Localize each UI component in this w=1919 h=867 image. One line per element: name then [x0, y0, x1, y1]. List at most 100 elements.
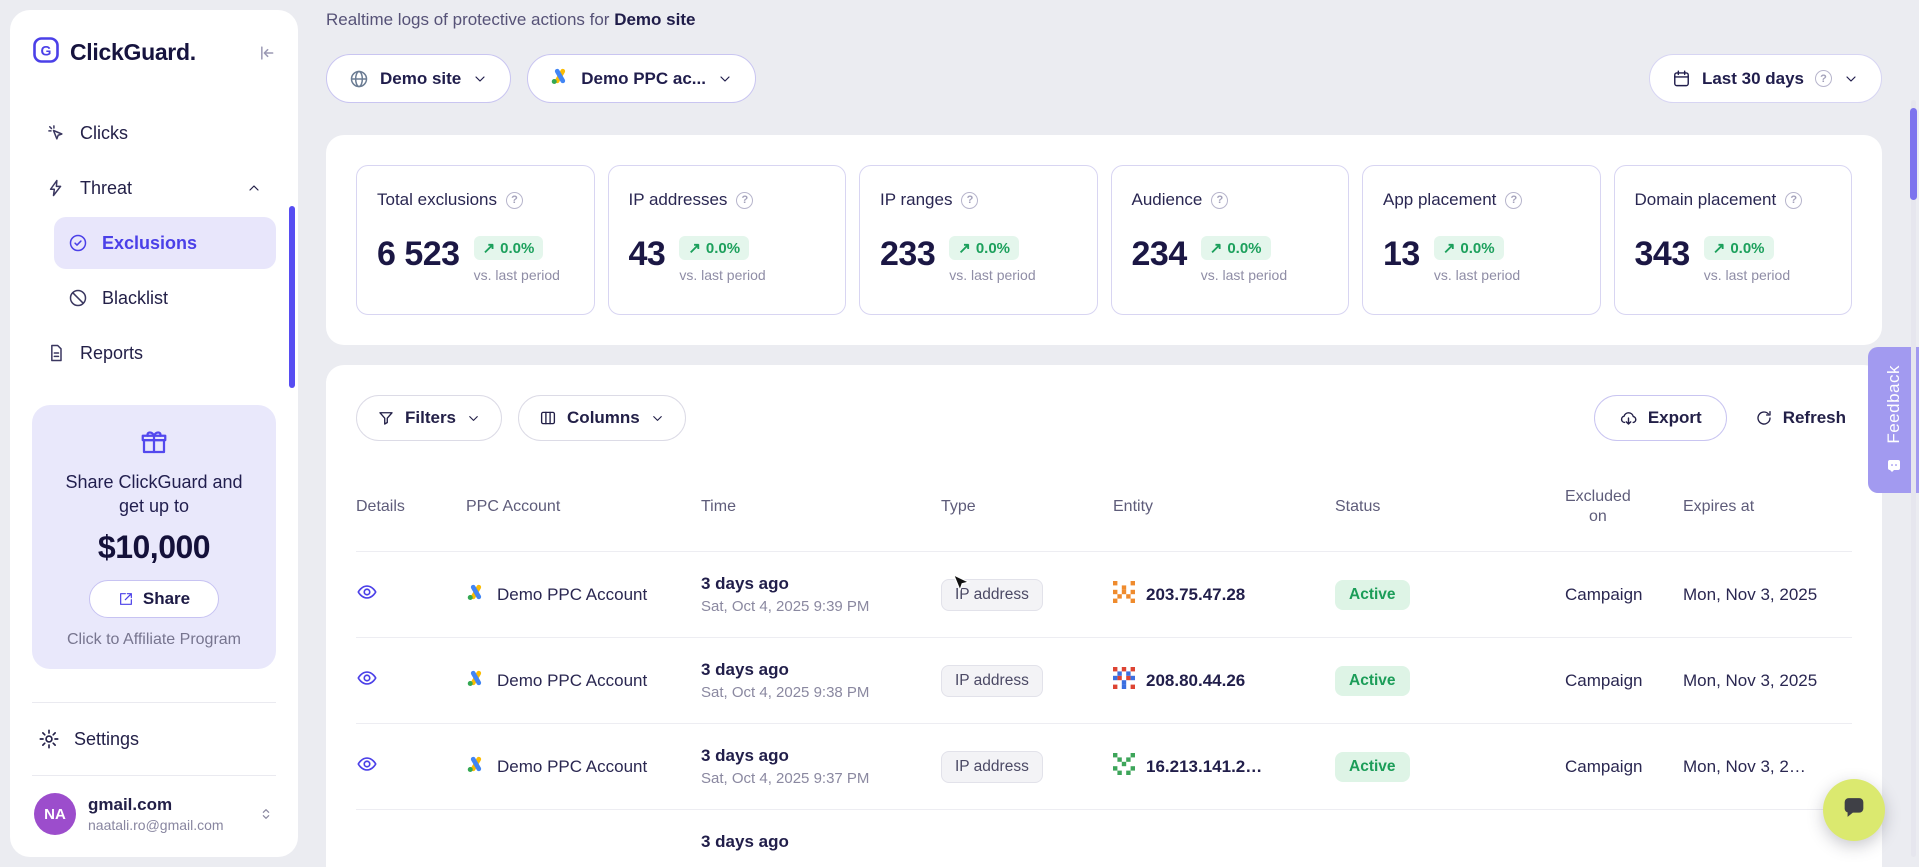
- affiliate-card: Share ClickGuard and get up to $10,000 S…: [32, 405, 276, 669]
- status-badge: Active: [1335, 580, 1410, 610]
- export-button[interactable]: Export: [1594, 395, 1727, 441]
- help-icon[interactable]: ?: [506, 192, 523, 209]
- type-badge: IP address: [941, 665, 1043, 697]
- brand-logo: G ClickGuard.: [32, 36, 276, 69]
- sidebar-item-exclusions[interactable]: Exclusions: [54, 217, 276, 269]
- table-row[interactable]: Demo PPC Account 3 days ago Sat, Oct 4, 2…: [356, 638, 1852, 724]
- table-row[interactable]: Demo PPC Account 3 days agoSat, Oct 4, 2…: [356, 552, 1852, 638]
- lightning-icon: [46, 178, 66, 198]
- site-selector[interactable]: Demo site: [326, 54, 511, 103]
- account-name: Demo PPC Account: [497, 585, 647, 605]
- select-caret-icon: [258, 806, 274, 822]
- table-header-row: Details PPC Account Time Type Entity Sta…: [356, 487, 1852, 552]
- sidebar-item-blacklist[interactable]: Blacklist: [54, 272, 276, 324]
- stat-caption: vs. last period: [679, 267, 765, 283]
- entity-value: 208.80.44.26: [1146, 671, 1245, 691]
- feedback-label: Feedback: [1884, 365, 1904, 444]
- svg-text:G: G: [41, 43, 52, 59]
- help-icon[interactable]: ?: [736, 192, 753, 209]
- sidebar-item-label: Reports: [80, 343, 143, 364]
- help-icon[interactable]: ?: [961, 192, 978, 209]
- globe-icon: [349, 69, 369, 89]
- trend-badge: ↗0.0%: [1201, 236, 1271, 260]
- sidebar-item-reports[interactable]: Reports: [32, 327, 276, 379]
- user-email: naatali.ro@gmail.com: [88, 817, 224, 833]
- time-relative: 3 days ago: [701, 660, 941, 680]
- trend-up-icon: ↗: [1210, 239, 1223, 257]
- export-label: Export: [1648, 408, 1702, 428]
- date-range-selector[interactable]: Last 30 days ?: [1649, 54, 1882, 103]
- avatar: NA: [34, 793, 76, 835]
- trend-badge: ↗0.0%: [679, 236, 749, 260]
- trend-badge: ↗0.0%: [474, 236, 544, 260]
- trend-up-icon: ↗: [688, 239, 701, 257]
- sidebar-scrollbar[interactable]: [289, 206, 295, 388]
- sidebar-item-label: Clicks: [80, 123, 128, 144]
- stat-value: 234: [1132, 236, 1187, 273]
- google-ads-icon: [550, 66, 570, 91]
- stat-value: 233: [880, 236, 935, 273]
- view-details-eye-icon[interactable]: [356, 581, 378, 603]
- page-subtitle: Realtime logs of protective actions for …: [326, 10, 1882, 30]
- share-button[interactable]: Share: [89, 580, 219, 618]
- chevron-down-icon: [650, 411, 665, 426]
- columns-label: Columns: [567, 408, 640, 428]
- stat-card-audience: Audience? 234 ↗0.0% vs. last period: [1111, 165, 1350, 315]
- columns-button[interactable]: Columns: [518, 395, 686, 441]
- page-scrollbar-thumb[interactable]: [1910, 108, 1917, 200]
- type-badge: IP address: [941, 579, 1043, 611]
- filters-button[interactable]: Filters: [356, 395, 502, 441]
- user-account[interactable]: NA gmail.com naatali.ro@gmail.com: [32, 789, 276, 835]
- chat-bubble-icon: [1840, 794, 1868, 827]
- gear-icon: [38, 728, 60, 750]
- excluded-on-value: Campaign: [1565, 638, 1683, 724]
- sidebar: G ClickGuard. Clicks Threat Excl: [10, 10, 298, 857]
- expires-at-value: Mon, Nov 3, 2025: [1683, 638, 1852, 724]
- sidebar-item-clicks[interactable]: Clicks: [32, 107, 276, 159]
- sidebar-item-label: Threat: [80, 178, 132, 199]
- status-badge: Active: [1335, 752, 1410, 782]
- account-selector[interactable]: Demo PPC ac...: [527, 54, 756, 103]
- table-toolbar: Filters Columns Export: [356, 395, 1852, 441]
- view-details-eye-icon[interactable]: [356, 667, 378, 689]
- col-header-details: Details: [356, 487, 466, 552]
- account-name: Demo PPC Account: [497, 757, 647, 777]
- filters-label: Filters: [405, 408, 456, 428]
- stat-card-domain-placement: Domain placement? 343 ↗0.0% vs. last per…: [1614, 165, 1853, 315]
- sidebar-item-settings[interactable]: Settings: [32, 716, 276, 762]
- excluded-on-value: Campaign: [1565, 724, 1683, 810]
- sidebar-item-threat[interactable]: Threat: [32, 162, 276, 214]
- sidebar-item-label: Blacklist: [102, 288, 168, 309]
- feedback-widget-icon: [1886, 458, 1902, 479]
- page-scrollbar-track[interactable]: [1911, 100, 1916, 857]
- date-range-label: Last 30 days: [1702, 69, 1804, 89]
- chat-widget-button[interactable]: [1823, 779, 1885, 841]
- help-icon[interactable]: ?: [1505, 192, 1522, 209]
- col-header-account: PPC Account: [466, 487, 701, 552]
- affiliate-program-link[interactable]: Click to Affiliate Program: [48, 631, 260, 649]
- col-header-entity: Entity: [1113, 487, 1335, 552]
- stat-caption: vs. last period: [1704, 267, 1790, 283]
- brand-name: ClickGuard.: [70, 39, 196, 66]
- time-absolute: Sat, Oct 4, 2025 9:38 PM: [701, 684, 941, 701]
- view-details-eye-icon[interactable]: [356, 753, 378, 775]
- help-icon[interactable]: ?: [1815, 70, 1832, 87]
- trend-up-icon: ↗: [1713, 239, 1726, 257]
- refresh-button[interactable]: Refresh: [1749, 395, 1852, 441]
- document-icon: [46, 343, 66, 363]
- col-header-type: Type: [941, 487, 1113, 552]
- col-header-time: Time: [701, 487, 941, 552]
- sidebar-collapse-icon[interactable]: [256, 43, 276, 63]
- refresh-icon: [1755, 409, 1773, 427]
- table-row[interactable]: 3 days ago: [356, 810, 1852, 867]
- affiliate-headline: Share ClickGuard and get up to: [54, 470, 254, 519]
- main-content: Realtime logs of protective actions for …: [298, 0, 1919, 867]
- logs-panel: Filters Columns Export: [326, 365, 1882, 867]
- account-name: Demo PPC Account: [497, 671, 647, 691]
- columns-icon: [539, 409, 557, 427]
- help-icon[interactable]: ?: [1785, 192, 1802, 209]
- table-row[interactable]: Demo PPC Account 3 days agoSat, Oct 4, 2…: [356, 724, 1852, 810]
- refresh-label: Refresh: [1783, 408, 1846, 428]
- help-icon[interactable]: ?: [1211, 192, 1228, 209]
- gift-icon: [139, 427, 169, 457]
